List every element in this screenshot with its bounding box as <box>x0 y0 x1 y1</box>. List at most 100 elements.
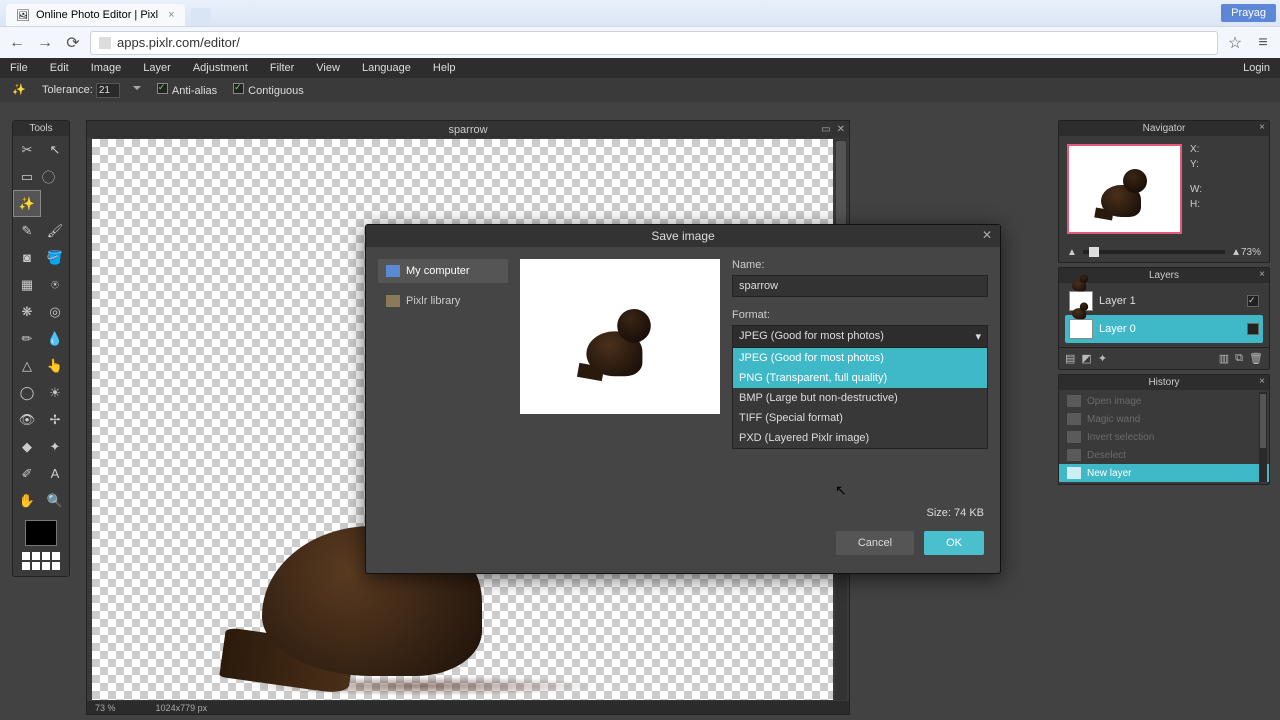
blur-tool[interactable]: 💧 <box>41 325 69 352</box>
draw-tool[interactable]: ✏ <box>13 325 41 352</box>
wand-icon: ✨ <box>12 83 26 97</box>
address-bar[interactable]: apps.pixlr.com/editor/ <box>90 31 1218 55</box>
reload-button[interactable]: ⟳ <box>62 32 84 54</box>
profile-badge[interactable]: Prayag <box>1221 4 1276 22</box>
eraser-tool[interactable]: ◙ <box>13 244 41 271</box>
dest-my-computer[interactable]: My computer <box>378 259 508 283</box>
smudge-tool[interactable]: 👆 <box>41 352 69 379</box>
menu-login[interactable]: Login <box>1243 62 1270 74</box>
close-doc-icon[interactable]: ✕ <box>837 124 845 135</box>
back-button[interactable]: ← <box>6 32 28 54</box>
history-step-icon <box>1067 449 1081 461</box>
contiguous-checkbox[interactable]: Contiguous <box>233 83 304 97</box>
brush-tool[interactable]: 🖌 <box>41 217 69 244</box>
menu-image[interactable]: Image <box>91 62 122 74</box>
options-bar: ✨ Tolerance: Anti-alias Contiguous <box>0 78 1280 102</box>
antialias-checkbox[interactable]: Anti-alias <box>157 83 217 97</box>
crop-tool[interactable]: ✂ <box>13 136 41 163</box>
format-option[interactable]: JPEG (Good for most photos) <box>733 348 987 368</box>
layer-mask-icon[interactable]: ◩ <box>1081 352 1091 365</box>
history-item[interactable]: Magic wand <box>1059 410 1269 428</box>
tools-panel: Tools ✂ ↖ ▭ ⃝ ✨ ✎ 🖌 ◙ 🪣 ▦ ⍟ ❋ ◎ ✏ 💧 △ 👆 … <box>12 120 70 577</box>
move-tool[interactable]: ↖ <box>41 136 69 163</box>
pencil-tool[interactable]: ✎ <box>13 217 41 244</box>
menu-filter[interactable]: Filter <box>270 62 294 74</box>
chevron-down-icon: ▾ <box>975 330 981 343</box>
close-tab-icon[interactable]: × <box>168 9 174 21</box>
browser-tab[interactable]: 🖼 Online Photo Editor | Pixl × <box>6 4 185 26</box>
tab-favicon: 🖼 <box>16 9 30 22</box>
ok-button[interactable]: OK <box>924 531 984 555</box>
replace-tool[interactable]: ◎ <box>41 298 69 325</box>
color-swatch[interactable] <box>25 520 57 546</box>
wand-tool[interactable]: ✨ <box>13 190 41 217</box>
layer-settings-icon[interactable]: ▤ <box>1065 352 1075 365</box>
type-tool[interactable]: A <box>41 460 69 487</box>
menu-view[interactable]: View <box>316 62 340 74</box>
bucket-tool[interactable]: 🪣 <box>41 244 69 271</box>
spot-tool[interactable]: ✢ <box>41 406 69 433</box>
close-panel-icon[interactable]: × <box>1259 376 1265 387</box>
redeye-tool[interactable]: 👁 <box>13 406 41 433</box>
sharpen-tool[interactable]: △ <box>13 352 41 379</box>
scrollbar-vertical[interactable] <box>1259 392 1267 482</box>
bookmark-icon[interactable]: ☆ <box>1224 32 1246 54</box>
menu-layer[interactable]: Layer <box>143 62 171 74</box>
format-select[interactable]: JPEG (Good for most photos) ▾ <box>732 325 988 348</box>
sponge-tool[interactable]: ◯ <box>13 379 41 406</box>
layer-name: Layer 1 <box>1099 295 1136 307</box>
menu-file[interactable]: File <box>10 62 28 74</box>
dest-pixlr-library[interactable]: Pixlr library <box>378 289 508 313</box>
close-dialog-icon[interactable]: ✕ <box>982 228 992 242</box>
navigator-thumbnail[interactable] <box>1067 144 1182 234</box>
history-item[interactable]: New layer <box>1059 464 1269 482</box>
format-option[interactable]: PNG (Transparent, full quality) <box>733 368 987 388</box>
swatch-grid[interactable] <box>22 552 60 570</box>
zoom-out-icon[interactable]: ▲ <box>1067 247 1077 258</box>
picker-tool[interactable]: ✐ <box>13 460 41 487</box>
duplicate-layer-icon[interactable]: ⧉ <box>1235 352 1243 365</box>
close-panel-icon[interactable]: × <box>1259 269 1265 280</box>
layer-row[interactable]: Layer 1 <box>1065 287 1263 315</box>
layer-visibility-toggle[interactable] <box>1247 295 1259 307</box>
zoom-tool[interactable]: 🔍 <box>41 487 69 514</box>
new-layer-icon[interactable]: ▥ <box>1219 352 1229 365</box>
zoom-slider[interactable] <box>1083 250 1225 254</box>
lasso-tool[interactable]: ⃝ <box>41 163 69 190</box>
minimize-icon[interactable]: ▭ <box>821 124 830 135</box>
history-item[interactable]: Invert selection <box>1059 428 1269 446</box>
new-tab-button[interactable] <box>191 8 211 26</box>
forward-button[interactable]: → <box>34 32 56 54</box>
hand-tool[interactable]: ✋ <box>13 487 41 514</box>
delete-layer-icon[interactable]: 🗑 <box>1249 352 1263 365</box>
layer-styles-icon[interactable]: ✦ <box>1098 352 1107 365</box>
tolerance-stepper-icon[interactable] <box>133 86 141 94</box>
tolerance-input[interactable] <box>96 83 120 98</box>
menu-icon[interactable]: ≡ <box>1252 32 1274 54</box>
menu-adjustment[interactable]: Adjustment <box>193 62 248 74</box>
format-option[interactable]: PXD (Layered Pixlr image) <box>733 428 987 448</box>
menu-edit[interactable]: Edit <box>50 62 69 74</box>
marquee-tool[interactable]: ▭ <box>13 163 41 190</box>
name-input[interactable] <box>732 275 988 297</box>
format-option[interactable]: TIFF (Special format) <box>733 408 987 428</box>
bloat-tool[interactable]: ◆ <box>13 433 41 460</box>
format-label: Format: <box>732 309 988 321</box>
history-item[interactable]: Open image <box>1059 392 1269 410</box>
gradient-tool[interactable]: ▦ <box>13 271 41 298</box>
menu-help[interactable]: Help <box>433 62 456 74</box>
save-image-dialog: Save image ✕ My computer Pixlr library N… <box>365 224 1001 574</box>
close-panel-icon[interactable]: × <box>1259 122 1265 133</box>
format-option[interactable]: BMP (Large but non-destructive) <box>733 388 987 408</box>
zoom-in-icon[interactable]: ▲ <box>1231 247 1241 258</box>
clone-tool[interactable]: ⍟ <box>41 271 69 298</box>
cancel-button[interactable]: Cancel <box>836 531 914 555</box>
layer-row[interactable]: Layer 0 <box>1065 315 1263 343</box>
menu-language[interactable]: Language <box>362 62 411 74</box>
layer-visibility-toggle[interactable] <box>1247 323 1259 335</box>
dodge-tool[interactable]: ☀ <box>41 379 69 406</box>
history-item[interactable]: Deselect <box>1059 446 1269 464</box>
pinch-tool[interactable]: ✦ <box>41 433 69 460</box>
stamp-tool[interactable]: ❋ <box>13 298 41 325</box>
file-size-label: Size: 74 KB <box>927 507 984 519</box>
